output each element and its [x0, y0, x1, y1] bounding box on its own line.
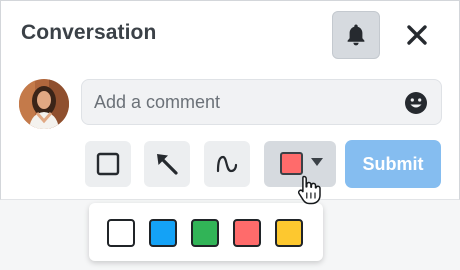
color-swatch-white[interactable]	[107, 219, 135, 247]
color-swatch-red[interactable]	[233, 219, 261, 247]
caret-down-icon	[311, 158, 323, 166]
smiley-icon[interactable]	[404, 91, 428, 115]
square-outline-icon	[96, 152, 120, 176]
close-icon	[407, 25, 427, 45]
panel-title: Conversation	[21, 21, 157, 44]
comment-field[interactable]	[81, 79, 442, 125]
curve-icon	[216, 155, 238, 173]
bell-icon	[347, 24, 365, 46]
color-swatch-blue[interactable]	[149, 219, 177, 247]
rectangle-tool-button[interactable]	[85, 141, 131, 187]
freehand-tool-button[interactable]	[204, 141, 250, 187]
color-palette	[89, 203, 323, 261]
color-swatch-yellow[interactable]	[275, 219, 303, 247]
hand-cursor-icon	[297, 175, 321, 205]
avatar	[19, 79, 69, 129]
submit-button[interactable]: Submit	[345, 140, 441, 188]
color-swatch-green[interactable]	[191, 219, 219, 247]
notifications-button[interactable]	[332, 11, 380, 59]
comment-input[interactable]	[94, 80, 394, 124]
close-button[interactable]	[397, 15, 437, 55]
selected-color-swatch	[280, 152, 303, 175]
arrow-up-left-icon	[157, 154, 178, 175]
conversation-panel: Conversation Add a comment Submit	[0, 0, 460, 200]
arrow-tool-button[interactable]	[144, 141, 190, 187]
